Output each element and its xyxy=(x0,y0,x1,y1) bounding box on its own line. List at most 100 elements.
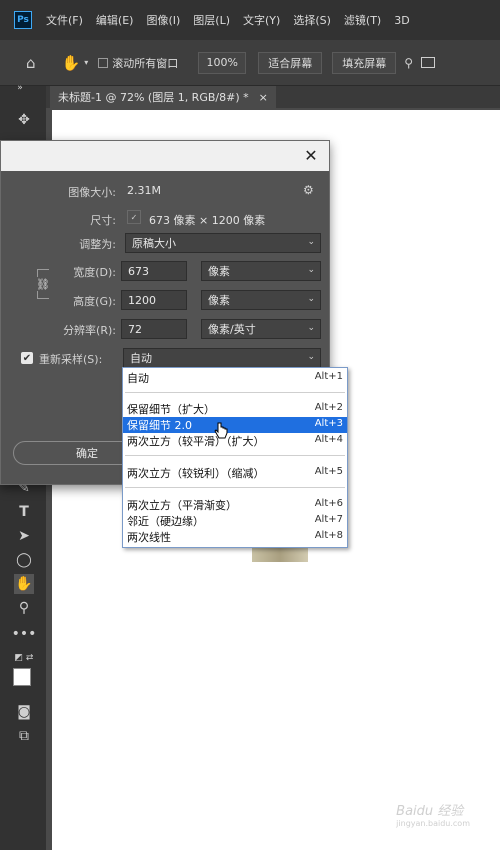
dimensions-value: 673 像素 × 1200 像素 xyxy=(149,214,266,227)
option-label: 自动 xyxy=(127,372,149,385)
resample-label: 重新采样(S): xyxy=(39,353,103,366)
resample-option-bicubic-smoother[interactable]: 两次立方（较平滑）（扩大） Alt+4 xyxy=(123,433,347,449)
scroll-all-label: 滚动所有窗口 xyxy=(112,56,179,70)
document-tab-bar: 未标题-1 @ 72% (图层 1, RGB/8#) * × xyxy=(46,86,500,108)
foreground-color-swatch[interactable] xyxy=(13,668,31,686)
option-shortcut: Alt+4 xyxy=(314,434,343,445)
home-icon[interactable]: ⌂ xyxy=(26,54,36,72)
menu-filter[interactable]: 滤镜(T) xyxy=(344,12,381,28)
height-unit-value: 像素 xyxy=(208,294,230,307)
more-tools-icon[interactable]: ••• xyxy=(12,624,37,644)
menu-select[interactable]: 选择(S) xyxy=(293,12,331,28)
dialog-title-bar: ✕ xyxy=(1,141,329,171)
document-tab-title: 未标题-1 @ 72% (图层 1, RGB/8#) * xyxy=(58,91,249,104)
photoshop-logo: Ps xyxy=(14,11,32,29)
menu-separator xyxy=(125,487,345,488)
watermark: Baidu 经验 jingyan.baidu.com xyxy=(396,800,470,828)
fit-to-select[interactable]: 原稿大小 ⌄ xyxy=(125,233,321,253)
option-label: 两次立方（较锐利）（缩减） xyxy=(127,467,265,480)
menu-3d[interactable]: 3D xyxy=(394,14,409,27)
chevron-down-icon: ⌄ xyxy=(307,294,315,304)
photoshop-window: Ps 文件(F) 编辑(E) 图像(I) 图层(L) 文字(Y) 选择(S) 滤… xyxy=(0,0,500,850)
option-shortcut: Alt+5 xyxy=(314,466,343,477)
menu-separator xyxy=(125,455,345,456)
hand-tool-icon[interactable]: ✋ xyxy=(62,54,81,72)
height-unit-select[interactable]: 像素 ⌄ xyxy=(201,290,321,310)
watermark-url: jingyan.baidu.com xyxy=(396,819,470,828)
option-label: 保留细节 2.0 xyxy=(127,419,192,432)
scroll-all-checkbox[interactable] xyxy=(98,57,109,68)
resolution-input[interactable]: 72 xyxy=(121,319,187,339)
height-label: 高度(G): xyxy=(73,295,116,308)
option-shortcut: Alt+7 xyxy=(314,514,343,525)
resolution-unit-value: 像素/英寸 xyxy=(208,323,256,336)
resample-option-bicubic-sharper[interactable]: 两次立方（较锐利）（缩减） Alt+5 xyxy=(123,465,347,481)
chevron-down-icon: ⌄ xyxy=(307,265,315,275)
resample-option-bicubic-smooth-gradients[interactable]: 两次立方（平滑渐变） Alt+6 xyxy=(123,497,347,513)
gear-icon[interactable]: ⚙ xyxy=(303,183,314,197)
workspace-icon[interactable] xyxy=(421,57,436,68)
zoom-tool-icon[interactable]: ⚲ xyxy=(14,598,34,618)
options-bar: ⌂ ✋ ▾ 滚动所有窗口 100% 适合屏幕 填充屏幕 ⚲ xyxy=(0,40,500,86)
width-unit-value: 像素 xyxy=(208,265,230,278)
hand-cursor-icon xyxy=(214,422,228,439)
move-tool-icon[interactable]: ✥ xyxy=(14,110,34,130)
chain-link-icon[interactable]: ⛓ xyxy=(36,277,50,291)
resample-option-nearest-neighbor[interactable]: 邻近（硬边缘） Alt+7 xyxy=(123,513,347,529)
screen-mode-icon[interactable]: ⧉ xyxy=(14,726,34,746)
resample-select[interactable]: 自动 ⌄ xyxy=(123,348,321,368)
watermark-text: Baidu 经验 xyxy=(396,804,464,819)
option-shortcut: Alt+6 xyxy=(314,498,343,509)
height-input[interactable]: 1200 xyxy=(121,290,187,310)
close-icon[interactable]: × xyxy=(259,91,268,104)
resample-value: 自动 xyxy=(130,352,152,365)
search-icon[interactable]: ⚲ xyxy=(404,56,413,70)
panel-collapse-icon[interactable]: » xyxy=(10,82,30,94)
resample-dropdown: 自动 Alt+1 保留细节（扩大） Alt+2 保留细节 2.0 Alt+3 两… xyxy=(122,367,348,548)
resample-option-preserve-details[interactable]: 保留细节（扩大） Alt+2 xyxy=(123,401,347,417)
chevron-down-icon: ⌄ xyxy=(307,323,315,333)
document-tab[interactable]: 未标题-1 @ 72% (图层 1, RGB/8#) * × xyxy=(50,86,276,108)
type-tool-icon[interactable]: T xyxy=(14,502,34,522)
hand-tool-icon[interactable]: ✋ xyxy=(14,574,34,594)
chevron-down-icon: ⌄ xyxy=(307,237,315,247)
chevron-down-icon[interactable]: ✓ xyxy=(127,210,141,224)
option-shortcut: Alt+8 xyxy=(314,530,343,541)
quick-mask-icon[interactable]: ◙ xyxy=(14,702,34,722)
zoom-field[interactable]: 100% xyxy=(198,51,247,74)
default-colors-icon[interactable]: ◩ ⇄ xyxy=(14,648,34,668)
path-selection-tool-icon[interactable]: ➤ xyxy=(14,526,34,546)
width-unit-select[interactable]: 像素 ⌄ xyxy=(201,261,321,281)
resample-option-auto[interactable]: 自动 Alt+1 xyxy=(123,370,347,386)
resample-option-bilinear[interactable]: 两次线性 Alt+8 xyxy=(123,529,347,545)
option-label: 保留细节（扩大） xyxy=(127,403,215,416)
menu-layer[interactable]: 图层(L) xyxy=(193,12,230,28)
ellipse-tool-icon[interactable]: ◯ xyxy=(14,550,34,570)
width-input[interactable]: 673 xyxy=(121,261,187,281)
resolution-unit-select[interactable]: 像素/英寸 ⌄ xyxy=(201,319,321,339)
fit-to-label: 调整为: xyxy=(79,238,116,251)
resolution-label: 分辨率(R): xyxy=(63,324,116,337)
resample-checkbox[interactable]: ✔ xyxy=(21,352,33,364)
fit-screen-button[interactable]: 适合屏幕 xyxy=(258,51,323,74)
image-size-label: 图像大小: xyxy=(68,186,116,199)
dimensions-label: 尺寸: xyxy=(90,214,116,227)
option-shortcut: Alt+3 xyxy=(314,418,343,429)
option-shortcut: Alt+1 xyxy=(314,371,343,382)
option-shortcut: Alt+2 xyxy=(314,402,343,413)
menu-file[interactable]: 文件(F) xyxy=(46,12,83,28)
menu-image[interactable]: 图像(I) xyxy=(146,12,180,28)
fit-to-value: 原稿大小 xyxy=(132,237,176,250)
menu-separator xyxy=(125,392,345,393)
width-label: 宽度(D): xyxy=(73,266,116,279)
close-icon[interactable]: ✕ xyxy=(301,145,321,165)
menu-bar: Ps 文件(F) 编辑(E) 图像(I) 图层(L) 文字(Y) 选择(S) 滤… xyxy=(0,0,500,40)
option-label: 两次立方（平滑渐变） xyxy=(127,499,237,512)
option-label: 两次立方（较平滑）（扩大） xyxy=(127,435,265,448)
chevron-down-icon: ⌄ xyxy=(307,352,315,362)
menu-edit[interactable]: 编辑(E) xyxy=(96,12,134,28)
chevron-down-icon[interactable]: ▾ xyxy=(84,58,88,67)
resample-option-preserve-details-2[interactable]: 保留细节 2.0 Alt+3 xyxy=(123,417,347,433)
menu-type[interactable]: 文字(Y) xyxy=(243,12,280,28)
fill-screen-button[interactable]: 填充屏幕 xyxy=(332,51,397,74)
